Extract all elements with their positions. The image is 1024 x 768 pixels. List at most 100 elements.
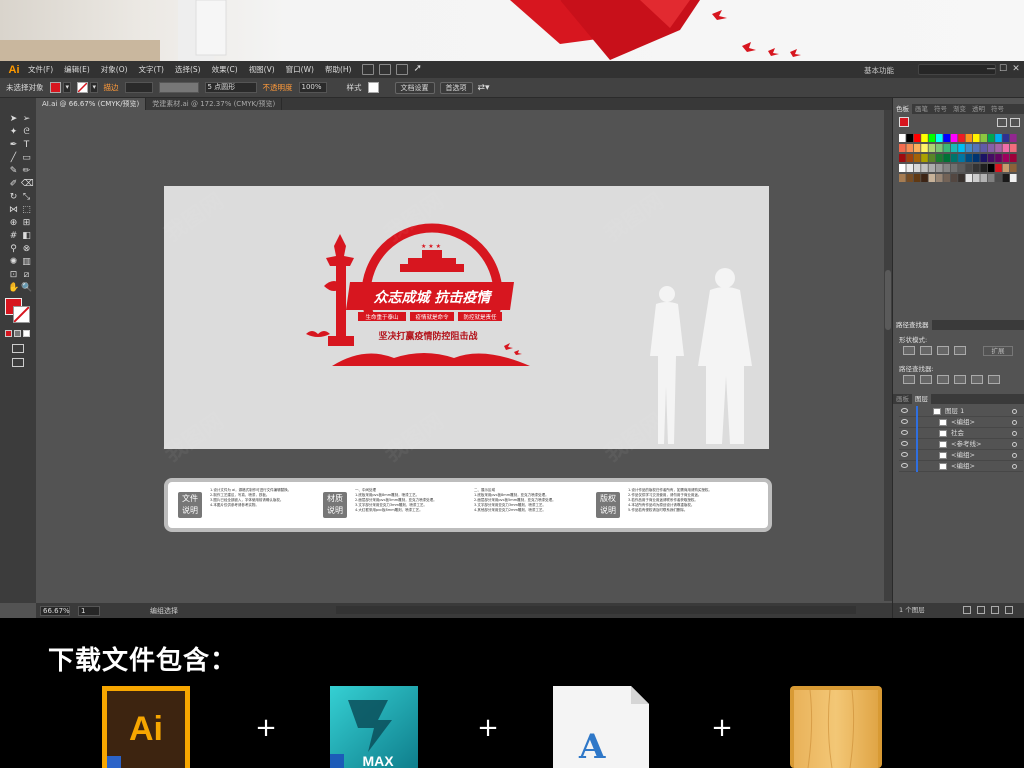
scale-tool-icon[interactable]: ⤡	[21, 192, 32, 203]
mesh-tool-icon[interactable]: #	[8, 231, 19, 242]
swatch[interactable]	[958, 154, 965, 162]
swatch[interactable]	[906, 164, 913, 172]
paintbrush-tool-icon[interactable]: ✎	[8, 166, 19, 177]
swatch[interactable]	[995, 164, 1002, 172]
artboard[interactable]: ★ ★ ★ 众志成城 抗击疫情 生命重于泰山 疫情就是命令 防控就是责任 坚决打…	[164, 186, 769, 449]
layer-row[interactable]: <编组>	[899, 417, 1023, 428]
opacity-input[interactable]: 100%	[298, 82, 327, 93]
swatch[interactable]	[906, 154, 913, 162]
swatch[interactable]	[928, 134, 936, 142]
visibility-eye-icon[interactable]	[901, 430, 908, 435]
swatch[interactable]	[995, 174, 1002, 182]
opacity-label[interactable]: 不透明度	[263, 82, 293, 93]
menu-file[interactable]: 文件(F)	[28, 64, 53, 75]
swatch[interactable]	[1002, 174, 1010, 182]
gpu-performance-icon[interactable]: ➚	[413, 64, 425, 75]
workspace-switcher[interactable]: 基本功能	[864, 65, 894, 76]
tab-brushes[interactable]: 画笔	[912, 104, 931, 114]
swatch[interactable]	[936, 154, 943, 162]
layer-row[interactable]: 社会	[899, 428, 1023, 439]
swatch[interactable]	[936, 174, 943, 182]
stroke-dropdown[interactable]: ▾	[89, 82, 98, 93]
maximize-icon[interactable]: ☐	[998, 64, 1008, 74]
swatch[interactable]	[958, 174, 965, 182]
stroke-color-box[interactable]	[13, 306, 30, 323]
swatch[interactable]	[1010, 164, 1017, 172]
swatch[interactable]	[950, 154, 958, 162]
swatch[interactable]	[899, 164, 906, 172]
tab-party-material[interactable]: 党建素材.ai @ 172.37% (CMYK/预览)	[146, 98, 283, 110]
line-tool-icon[interactable]: ╱	[8, 153, 19, 164]
rotate-tool-icon[interactable]: ↻	[8, 192, 19, 203]
swatch[interactable]	[899, 134, 906, 142]
shape-builder-tool-icon[interactable]: ⊕	[8, 218, 19, 229]
target-icon[interactable]	[1012, 409, 1017, 414]
menu-view[interactable]: 视图(V)	[249, 64, 275, 75]
swatch[interactable]	[980, 144, 987, 152]
swatch[interactable]	[987, 174, 995, 182]
swatch[interactable]	[995, 144, 1002, 152]
tab-symbols[interactable]: 符号	[931, 104, 950, 114]
arrange-documents-icon[interactable]	[396, 64, 409, 75]
tab-gradient[interactable]: 渐变	[950, 104, 969, 114]
target-icon[interactable]	[1012, 453, 1017, 458]
brush-definition-dropdown[interactable]: 5 点圆形	[204, 82, 257, 93]
tab-transparency[interactable]: 透明	[969, 104, 988, 114]
width-tool-icon[interactable]: ⋈	[8, 205, 19, 216]
delete-layer-icon[interactable]	[1005, 606, 1013, 614]
swatch[interactable]	[973, 144, 980, 152]
swatch[interactable]	[980, 174, 987, 182]
swatch[interactable]	[995, 134, 1002, 142]
swatch[interactable]	[928, 174, 936, 182]
pathfinder-title[interactable]: 路径查找器	[893, 320, 932, 330]
tab-artboards[interactable]: 画板	[893, 394, 912, 404]
bridge-icon[interactable]	[362, 64, 375, 75]
swatch[interactable]	[995, 154, 1002, 162]
trim-icon[interactable]	[920, 375, 932, 384]
tab-layers[interactable]: 图层	[912, 394, 931, 404]
swatch[interactable]	[965, 144, 973, 152]
new-layer-icon[interactable]	[991, 606, 999, 614]
swatch[interactable]	[913, 174, 921, 182]
draw-mode-icon[interactable]	[12, 344, 24, 353]
outline-icon[interactable]	[971, 375, 983, 384]
blend-tool-icon[interactable]: ⊗	[21, 244, 32, 255]
target-icon[interactable]	[1012, 431, 1017, 436]
swatch[interactable]	[950, 144, 958, 152]
info-board[interactable]: 文件 说明 1.设计文件为 ai，源格式制作可进行文件编辑替换。 2.制作工艺建…	[164, 478, 772, 532]
swatch[interactable]	[1002, 154, 1010, 162]
visibility-eye-icon[interactable]	[901, 441, 908, 446]
lasso-tool-icon[interactable]: ᘓ	[21, 127, 32, 138]
swatch[interactable]	[943, 154, 950, 162]
swatch[interactable]	[965, 154, 973, 162]
scrollbar-thumb[interactable]	[885, 270, 891, 330]
swatch[interactable]	[973, 154, 980, 162]
intersect-icon[interactable]	[937, 346, 949, 355]
swatch[interactable]	[943, 174, 950, 182]
swatch[interactable]	[928, 154, 936, 162]
symbol-sprayer-tool-icon[interactable]: ✺	[8, 257, 19, 268]
artboard-navigation-field[interactable]: 1	[78, 605, 100, 616]
swatch[interactable]	[965, 174, 973, 182]
swatch[interactable]	[921, 154, 928, 162]
grid-view-icon[interactable]	[1010, 118, 1020, 127]
search-input[interactable]	[918, 64, 996, 75]
swatch[interactable]	[958, 144, 965, 152]
layer-row[interactable]: <编组>	[899, 450, 1023, 461]
swatch[interactable]	[913, 164, 921, 172]
unite-icon[interactable]	[903, 346, 915, 355]
swatch[interactable]	[965, 164, 973, 172]
preferences-button[interactable]: 首选项	[439, 81, 473, 94]
layer-row[interactable]: <编组>	[899, 461, 1023, 472]
stock-icon[interactable]	[379, 64, 392, 75]
swatch[interactable]	[987, 154, 995, 162]
none-mode-button[interactable]	[23, 330, 30, 337]
swatch[interactable]	[936, 144, 943, 152]
canvas-vertical-scrollbar[interactable]	[884, 110, 892, 601]
swatch[interactable]	[899, 154, 906, 162]
pencil-tool-icon[interactable]: ✏	[21, 166, 32, 177]
swatch[interactable]	[973, 134, 980, 142]
swatch[interactable]	[987, 134, 995, 142]
slice-tool-icon[interactable]: ⧄	[21, 270, 32, 281]
swatch[interactable]	[965, 134, 973, 142]
